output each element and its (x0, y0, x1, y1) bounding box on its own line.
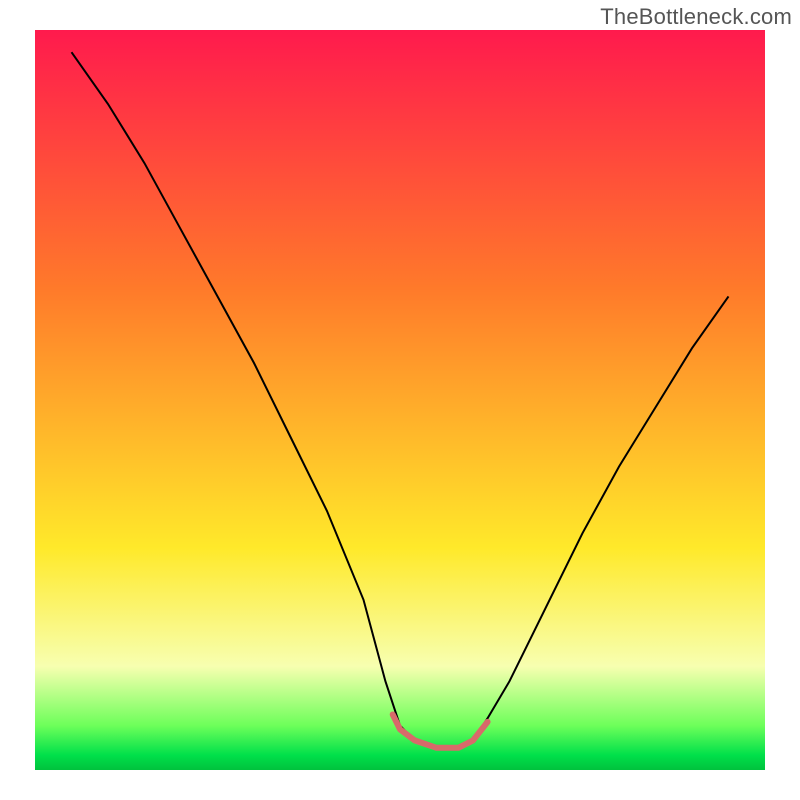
plot-area (35, 30, 765, 770)
chart-frame: TheBottleneck.com (0, 0, 800, 800)
chart-svg (35, 30, 765, 770)
watermark-text: TheBottleneck.com (600, 4, 792, 30)
chart-background-gradient (35, 30, 765, 770)
